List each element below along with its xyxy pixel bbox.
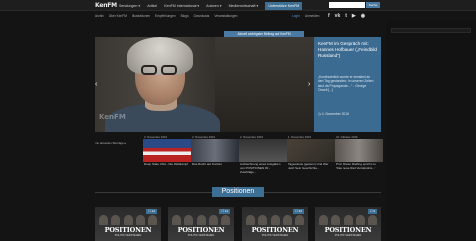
hero-info-panel[interactable]: KenFM im Gespräch mit: Hannes Hofbauer (…: [314, 37, 381, 132]
thumb-image[interactable]: [335, 139, 383, 162]
rss-icon[interactable]: ◉: [361, 13, 365, 19]
nav-autoren[interactable]: Autoren ▾: [206, 4, 221, 8]
panel-guests-image: [319, 215, 377, 225]
chevron-left-icon[interactable]: ‹: [95, 80, 100, 89]
thumb-title[interactable]: Deep State USA - Die Weltkampf: [143, 162, 191, 167]
all-posts-link[interactable]: mit aktuellen Beiträge ▸: [95, 141, 126, 145]
subnav-ueber[interactable]: Über KenFM: [109, 14, 127, 18]
youtube-icon[interactable]: ▶: [352, 13, 356, 19]
hero-title[interactable]: KenFM im Gespräch mit: Hannes Hofbauer (…: [318, 41, 377, 59]
hero-watermark: KenFM: [99, 113, 126, 121]
thumb-item[interactable]: 2. November 2016 Das Recht auf Freiheit: [191, 135, 239, 175]
episode-badge: ☐ 10: [293, 209, 304, 214]
social-icons: f vk t ▶ ◉: [328, 13, 370, 19]
episode-subtitle: POLITIK VERSTEHEN: [114, 234, 142, 237]
nav-international[interactable]: KenFM international ▾: [164, 4, 199, 8]
nav-artikel[interactable]: Artikel: [147, 4, 157, 8]
nav-sendungen[interactable]: Sendungen ▾: [119, 4, 140, 8]
thumb-image[interactable]: [191, 139, 239, 162]
subnav-blogs[interactable]: Blogs: [181, 14, 189, 18]
positionen-cards: ☐ 12 POSITIONEN POLITIK VERSTEHEN ☐ 11 P…: [95, 207, 381, 241]
episode-title: POSITIONEN: [251, 226, 299, 234]
episode-card[interactable]: ☐ 10 POSITIONEN POLITIK VERSTEHEN: [242, 207, 308, 241]
thumb-image[interactable]: [287, 139, 335, 162]
main-navigation: Sendungen ▾ Artikel KenFM international …: [119, 0, 309, 11]
search-input[interactable]: [329, 2, 365, 8]
hero-glasses-right: [161, 65, 177, 75]
facebook-icon[interactable]: f: [328, 13, 330, 19]
episode-badge: ☐ 9: [367, 209, 377, 214]
hero-image[interactable]: KenFM: [95, 37, 314, 132]
subnav-downloads[interactable]: Downloads: [194, 14, 210, 18]
sidebar-input[interactable]: [391, 28, 471, 33]
chevron-right-icon[interactable]: ›: [308, 80, 313, 89]
episode-subtitle: POLITIK VERSTEHEN: [334, 234, 362, 237]
section-title-positionen[interactable]: Positionen: [212, 187, 264, 197]
episode-card[interactable]: ☐ 12 POSITIONEN POLITIK VERSTEHEN: [95, 207, 161, 241]
section-divider-right: [262, 192, 381, 193]
nav-support-button[interactable]: Unterstütze KenFM: [265, 1, 303, 10]
thumb-title[interactable]: Prof. Dieter Riefling spricht zu 'Das ne…: [335, 162, 383, 171]
subnav-veranstaltungen[interactable]: Veranstaltungen: [214, 14, 237, 18]
panel-guests-image: [99, 215, 157, 225]
episode-subtitle: POLITIK VERSTEHEN: [187, 234, 215, 237]
hero-person-hair: [127, 37, 193, 75]
secondary-navigation: Archiv Über KenFM Illustrationen Empfehl…: [95, 14, 242, 18]
episode-card[interactable]: ☐ 11 POSITIONEN POLITIK VERSTEHEN: [168, 207, 234, 241]
hero-glasses-left: [141, 65, 157, 75]
search-button[interactable]: Suche: [366, 2, 380, 8]
episode-badge: ☐ 11: [219, 209, 230, 214]
hero-quote: „Kontinuierlich wurde er sensibel an den…: [318, 75, 374, 93]
thumb-title[interactable]: Tagesdosis (gestern) Und Wer Jetzt Sein …: [287, 162, 335, 171]
panel-guests-image: [246, 215, 304, 225]
right-sidebar: [386, 20, 476, 241]
thumb-image[interactable]: [239, 139, 287, 162]
twitter-icon[interactable]: t: [345, 13, 347, 19]
episode-title: POSITIONEN: [324, 226, 372, 234]
recent-posts-strip: 3. November 2016 Deep State USA - Die We…: [95, 135, 383, 175]
signup-link[interactable]: Anmelden: [305, 14, 319, 18]
episode-card[interactable]: ☐ 9 POSITIONEN POLITIK VERSTEHEN: [315, 207, 381, 241]
vk-icon[interactable]: vk: [335, 13, 341, 19]
hero-date: ◷ 4. November 2016: [318, 112, 349, 116]
login-link[interactable]: Login: [292, 14, 300, 18]
hero-background: [215, 37, 314, 132]
episode-badge: ☐ 12: [146, 209, 157, 214]
subnav-illustrationen[interactable]: Illustrationen: [132, 14, 150, 18]
episode-title: POSITIONEN: [177, 226, 225, 234]
thumb-item[interactable]: 1. November 2016 Tagesdosis (gestern) Un…: [287, 135, 335, 175]
thumb-title[interactable]: Das Recht auf Freiheit: [191, 162, 239, 167]
hero-date-text: 4. November 2016: [321, 112, 349, 116]
thumb-image[interactable]: [143, 139, 191, 162]
top-navigation-bar: KenFM Sendungen ▾ Artikel KenFM internat…: [0, 0, 476, 11]
subnav-archiv[interactable]: Archiv: [95, 14, 104, 18]
nav-medienwirtschaft[interactable]: Medienwirtschaft ▾: [229, 4, 259, 8]
thumb-item[interactable]: 31. Oktober 2016 Prof. Dieter Riefling s…: [335, 135, 383, 175]
panel-guests-image: [172, 215, 230, 225]
thumb-item[interactable]: 3. November 2016 Deep State USA - Die We…: [143, 135, 191, 175]
thumb-item[interactable]: 2. November 2016 Aufzeichnung eines Ausg…: [239, 135, 287, 175]
site-logo[interactable]: KenFM: [95, 2, 117, 9]
thumb-title[interactable]: Aufzeichnung eines Ausgaben von POSITION…: [239, 162, 287, 174]
subnav-empfehlungen[interactable]: Empfehlungen: [155, 14, 176, 18]
episode-title: POSITIONEN: [104, 226, 152, 234]
episode-subtitle: POLITIK VERSTEHEN: [261, 234, 289, 237]
secondary-navigation-bar: Archiv Über KenFM Illustrationen Empfehl…: [95, 13, 381, 20]
